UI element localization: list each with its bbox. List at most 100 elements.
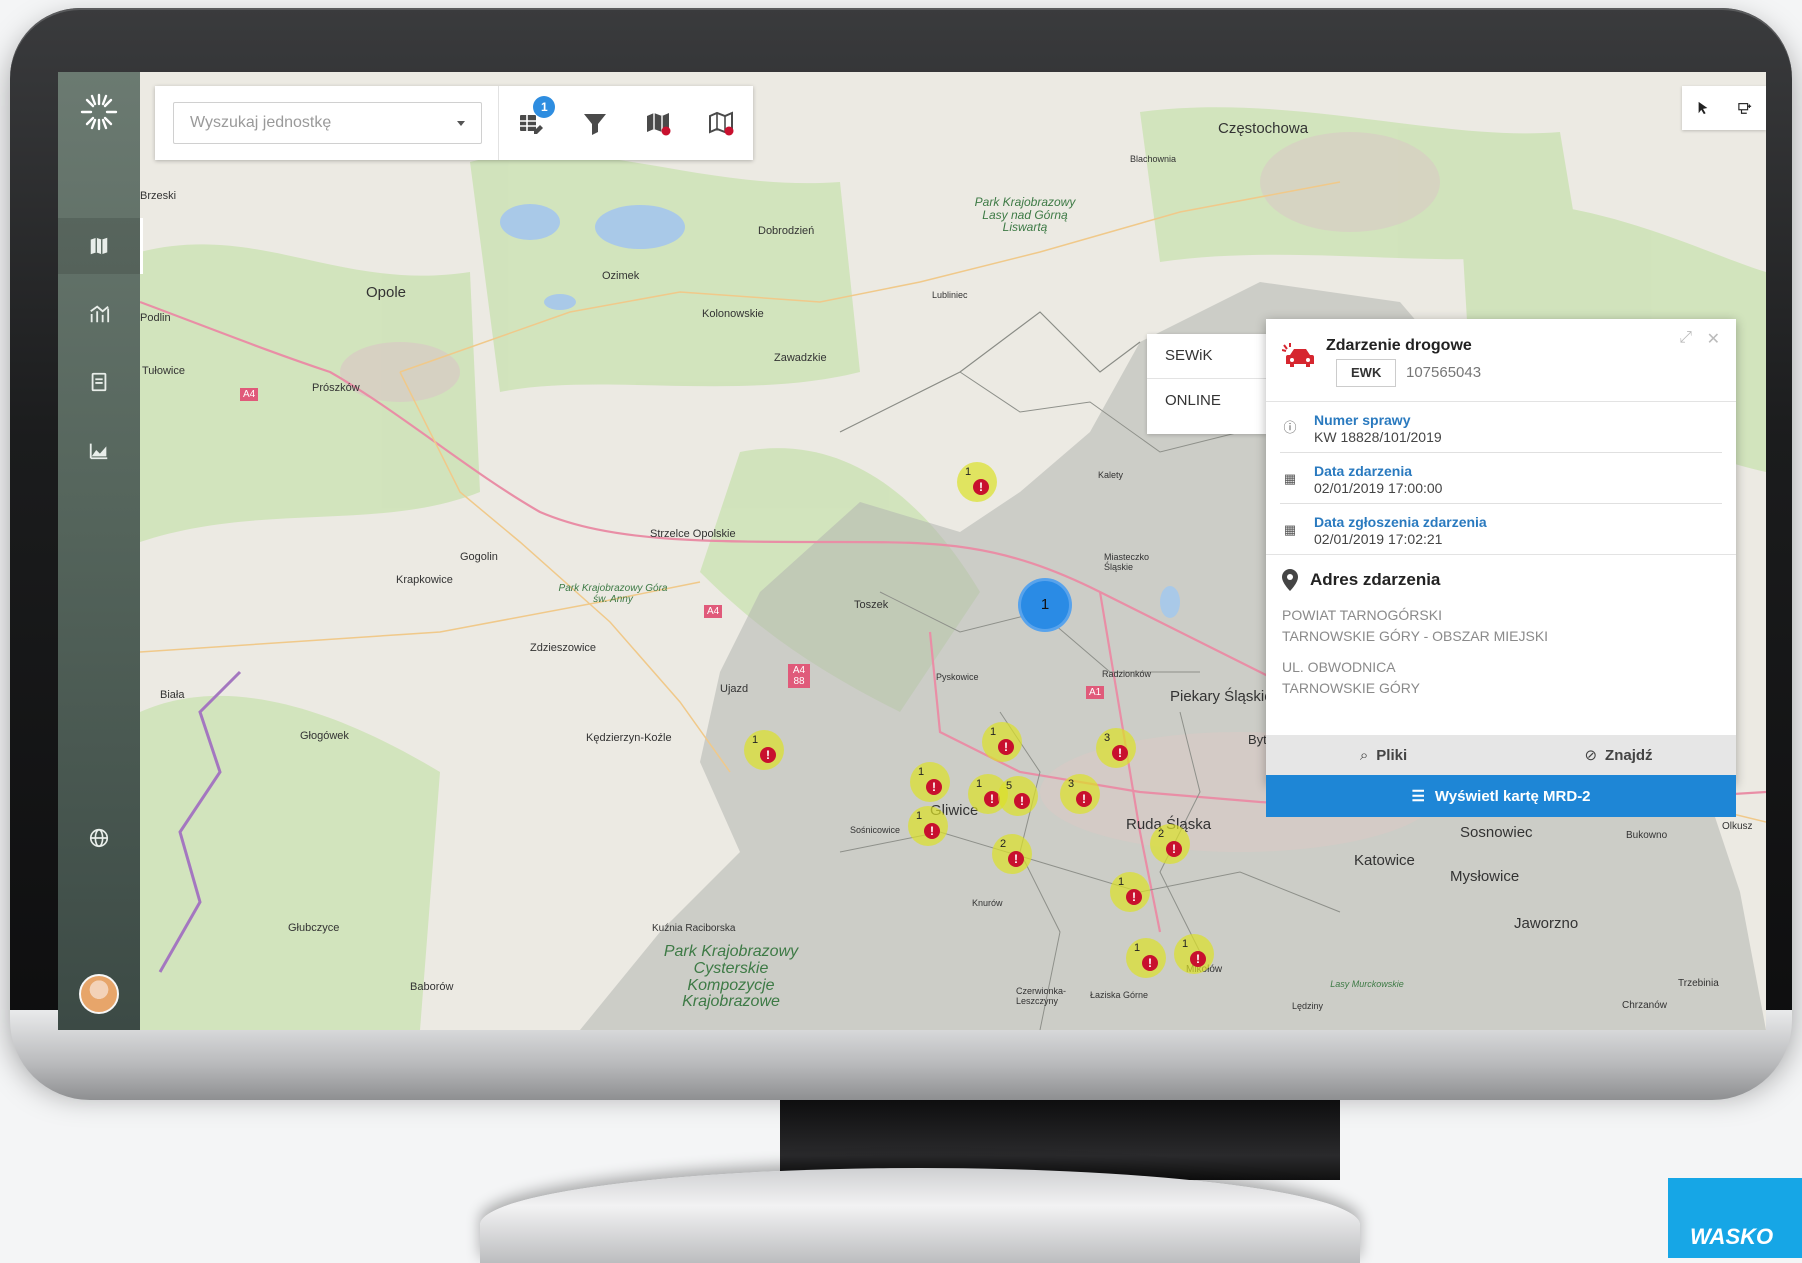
alert-icon: ! — [998, 739, 1014, 755]
incident-marker[interactable]: 1! — [982, 722, 1022, 762]
place-label: Tułowice — [142, 365, 185, 377]
place-label: Trzebinia — [1678, 978, 1719, 989]
place-label: Dobrodzień — [758, 225, 815, 237]
alert-icon: ! — [1166, 841, 1182, 857]
sidebar — [58, 72, 143, 1030]
incident-marker[interactable]: 3! — [1096, 728, 1136, 768]
find-button[interactable]: ⊘ Znajdź — [1501, 735, 1736, 775]
incident-marker[interactable]: 1! — [744, 730, 784, 770]
chevron-down-icon — [457, 120, 466, 126]
filter-button[interactable] — [563, 86, 626, 160]
place-label: Krapkowice — [396, 574, 453, 586]
alert-icon: ! — [973, 479, 989, 495]
unit-search-select[interactable]: Wyszukaj jednostkę — [173, 102, 483, 144]
measure-icon[interactable] — [1737, 101, 1753, 115]
map-alerts-button[interactable] — [690, 86, 753, 160]
map-toolbar: Wyszukaj jednostkę 1 — [155, 86, 753, 160]
place-label: Czerwionka-Leszczyny — [1016, 986, 1067, 1006]
place-label: Ozimek — [602, 270, 640, 282]
document-icon — [91, 372, 107, 392]
alert-icon: ! — [1076, 791, 1092, 807]
place-label: Toszek — [854, 599, 889, 611]
place-label: Katowice — [1354, 852, 1415, 869]
field-value: 02/01/2019 17:00:00 — [1314, 480, 1443, 496]
field-label: Data zdarzenia — [1314, 463, 1413, 479]
show-mrd2-card-button[interactable]: ☰ Wyświetl kartę MRD-2 — [1266, 775, 1736, 817]
place-label: Piekary Śląskie — [1170, 688, 1273, 705]
place-label: Strzelce Opolskie — [650, 528, 736, 540]
map-alert-icon — [709, 111, 734, 136]
park-label: Park Krajobrazowy Cysterskie Kompozycje … — [663, 943, 799, 1011]
map-pin-icon — [1282, 569, 1298, 591]
brand-text: WASKO — [1690, 1224, 1774, 1249]
incident-marker[interactable]: 1! — [957, 462, 997, 502]
road-shield: A4 — [704, 605, 723, 618]
sidebar-item-map[interactable] — [58, 218, 143, 274]
cta-label: Wyświetl kartę MRD-2 — [1434, 787, 1591, 805]
field-value: KW 18828/101/2019 — [1314, 429, 1442, 445]
expand-icon[interactable]: ⤢ — [1679, 329, 1692, 347]
place-label: Miasteczko Śląskie — [1104, 552, 1150, 572]
incident-marker[interactable]: 1! — [1110, 872, 1150, 912]
close-icon[interactable]: ✕ — [1707, 329, 1720, 349]
layers-table-button[interactable]: 1 — [499, 86, 562, 160]
place-label: Lędziny — [1292, 1001, 1324, 1011]
marker-count: 5 — [1006, 780, 1013, 792]
sidebar-item-analytics[interactable] — [58, 422, 140, 478]
field-report-date: ▦ Data zgłoszenia zdarzenia 02/01/2019 1… — [1280, 504, 1722, 554]
cursor-icon[interactable] — [1696, 101, 1710, 115]
incident-marker[interactable]: 2! — [992, 834, 1032, 874]
incident-marker[interactable]: 1! — [1126, 938, 1166, 978]
field-label: Data zgłoszenia zdarzenia — [1314, 514, 1487, 530]
place-label: Chrzanów — [1622, 1000, 1668, 1011]
incident-marker[interactable]: 1! — [1174, 934, 1214, 974]
alert-icon: ! — [1008, 851, 1024, 867]
incident-popup: Zdarzenie drogowe EWK 107565043 ⤢ ✕ ⓘ Nu… — [1266, 319, 1736, 817]
map-layers-button[interactable] — [626, 86, 689, 160]
place-label: Bukowno — [1626, 830, 1668, 841]
marker-count: 1 — [918, 766, 925, 778]
place-label: Biała — [160, 689, 185, 701]
selected-cluster[interactable]: 1 — [1018, 578, 1072, 632]
place-label: Lubliniec — [932, 290, 968, 300]
incident-marker[interactable]: 3! — [1060, 774, 1100, 814]
incident-marker[interactable]: 5! — [998, 776, 1038, 816]
sidebar-item-statistics[interactable] — [58, 286, 140, 342]
place-label: Blachownia — [1130, 154, 1177, 164]
place-label: Sośnicowice — [850, 825, 901, 835]
incident-marker[interactable]: 1! — [908, 806, 948, 846]
place-label: Kolonowskie — [702, 308, 764, 320]
source-item-sewik[interactable]: SEWiK — [1147, 334, 1267, 379]
place-label: Łaziska Górne — [1090, 990, 1149, 1000]
compass-icon: ⊘ — [1584, 747, 1598, 764]
place-label: Kuźnia Raciborska — [652, 923, 736, 934]
list-icon: ☰ — [1411, 788, 1425, 805]
sidebar-item-reports[interactable] — [58, 354, 140, 410]
alert-icon: ! — [1142, 955, 1158, 971]
alert-icon: ! — [1014, 793, 1030, 809]
source-item-online[interactable]: ONLINE — [1147, 379, 1267, 423]
marker-count: 1 — [1134, 942, 1141, 954]
bar-chart-icon — [90, 305, 110, 323]
popup-title: Zdarzenie drogowe — [1326, 337, 1472, 354]
notification-badge: 1 — [533, 96, 556, 118]
alert-icon: ! — [760, 747, 776, 763]
incident-marker[interactable]: 1! — [910, 762, 950, 802]
alert-icon: ! — [1190, 951, 1206, 967]
place-label: Głubczyce — [288, 922, 340, 934]
place-label: Opole — [366, 284, 407, 301]
paperclip-icon: ⌕ — [1359, 746, 1369, 764]
address-line: UL. OBWODNICA — [1282, 659, 1396, 675]
place-label: Olkusz — [1722, 821, 1753, 832]
sidebar-item-language[interactable] — [58, 810, 140, 866]
files-button[interactable]: ⌕ Pliki — [1266, 735, 1501, 775]
marker-count: 1 — [1118, 876, 1125, 888]
incident-id: 107565043 — [1406, 364, 1482, 381]
place-label: Radzionków — [1102, 669, 1152, 679]
park-label: Park Krajobrazowy Lasy nad Górną Liswart… — [974, 195, 1076, 235]
place-label: Mysłowice — [1450, 868, 1520, 885]
incident-marker[interactable]: 2! — [1150, 824, 1190, 864]
avatar[interactable] — [79, 974, 119, 1014]
popup-header: Zdarzenie drogowe EWK 107565043 ⤢ ✕ — [1266, 319, 1736, 402]
marker-count: 1 — [916, 810, 923, 822]
